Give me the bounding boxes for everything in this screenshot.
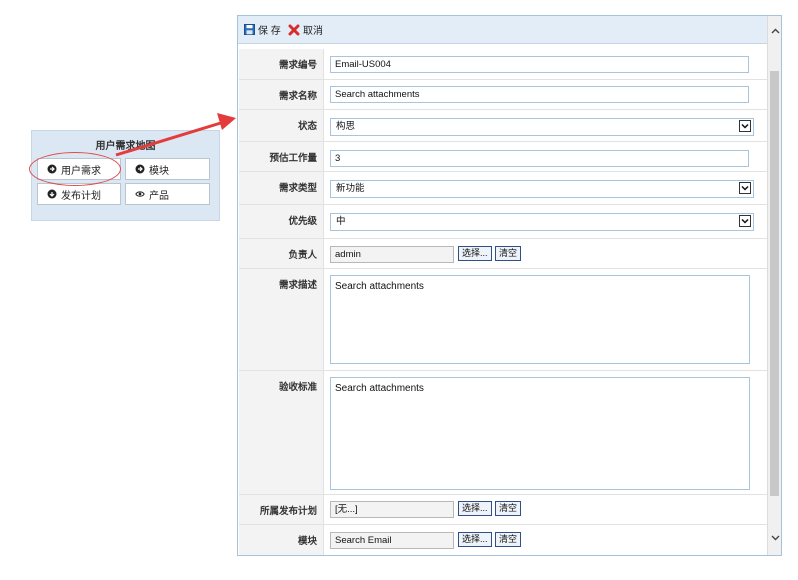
field-label: 预估工作量 <box>239 142 324 171</box>
scroll-down-icon[interactable] <box>768 531 782 545</box>
chevron-down-icon[interactable] <box>739 215 751 227</box>
owner-select-button[interactable]: 选择... <box>458 246 492 261</box>
estimate-input[interactable]: 3 <box>330 150 749 167</box>
row-owner: 负责人 admin 选择... 清空 <box>239 239 767 269</box>
req-type-value: 新功能 <box>336 183 365 194</box>
chevron-down-icon[interactable] <box>739 182 751 194</box>
status-value: 构思 <box>336 121 356 132</box>
field-label: 状态 <box>239 110 324 141</box>
module-clear-button[interactable]: 清空 <box>495 532 522 547</box>
chevron-down-icon[interactable] <box>739 120 751 132</box>
cancel-button[interactable]: 取消 <box>288 22 323 37</box>
module-select-button[interactable]: 选择... <box>458 532 492 547</box>
priority-value: 中 <box>336 216 346 227</box>
map-button-label: 用户需求 <box>61 165 101 177</box>
field-label: 模块 <box>239 525 324 555</box>
row-release-plan: 所属发布计划 [无...] 选择... 清空 <box>239 495 767 525</box>
row-acceptance: 验收标准 Search attachments <box>239 371 767 495</box>
acceptance-textarea[interactable]: Search attachments <box>330 377 750 490</box>
requirement-map-title: 用户需求地图 <box>95 141 156 152</box>
field-label: 需求类型 <box>239 172 324 204</box>
row-estimate: 预估工作量 3 <box>239 142 767 172</box>
row-req-name: 需求名称 Search attachments <box>239 80 767 110</box>
requirement-edit-dialog: 保 存 取消 需求编号 Email-US004 需求名称 Search atta… <box>237 15 782 556</box>
module-input[interactable]: Search Email <box>330 532 454 549</box>
close-icon <box>288 24 300 35</box>
eye-icon <box>135 191 145 197</box>
map-button-label: 模块 <box>149 165 169 177</box>
release-plan-clear-button[interactable]: 清空 <box>495 501 522 516</box>
req-name-input[interactable]: Search attachments <box>330 86 749 103</box>
owner-clear-button[interactable]: 清空 <box>495 246 522 261</box>
map-button-label: 产品 <box>149 190 169 202</box>
circle-arrow-down-icon <box>47 189 57 199</box>
circle-arrow-right-icon <box>135 164 145 174</box>
row-priority: 优先级 中 <box>239 205 767 239</box>
scrollbar-thumb[interactable] <box>770 71 779 496</box>
field-label: 负责人 <box>239 239 324 268</box>
save-button[interactable]: 保 存 <box>244 22 281 37</box>
row-req-id: 需求编号 Email-US004 <box>239 49 767 80</box>
field-label: 验收标准 <box>239 371 324 494</box>
scroll-up-icon[interactable] <box>768 24 782 38</box>
cancel-label: 取消 <box>303 26 323 37</box>
priority-select[interactable]: 中 <box>330 213 754 231</box>
owner-input[interactable]: admin <box>330 246 454 263</box>
map-button-product[interactable]: 产品 <box>125 183 210 205</box>
map-button-release-plan[interactable]: 发布计划 <box>37 183 121 205</box>
field-label: 需求描述 <box>239 269 324 370</box>
map-button-user-requirement[interactable]: 用户需求 <box>37 158 121 180</box>
map-button-module[interactable]: 模块 <box>125 158 210 180</box>
release-plan-input[interactable]: [无...] <box>330 501 454 518</box>
req-id-input[interactable]: Email-US004 <box>330 56 749 73</box>
row-status: 状态 构思 <box>239 110 767 142</box>
save-label: 保 存 <box>258 26 281 37</box>
map-button-label: 发布计划 <box>61 190 101 202</box>
field-label: 需求编号 <box>239 49 324 79</box>
release-plan-select-button[interactable]: 选择... <box>458 501 492 516</box>
req-type-select[interactable]: 新功能 <box>330 180 754 198</box>
status-select[interactable]: 构思 <box>330 118 754 136</box>
row-req-type: 需求类型 新功能 <box>239 172 767 205</box>
floppy-disk-icon <box>244 24 255 35</box>
circle-arrow-right-icon <box>47 164 57 174</box>
vertical-scrollbar[interactable] <box>767 16 781 555</box>
field-label: 所属发布计划 <box>239 495 324 524</box>
dialog-toolbar: 保 存 取消 <box>238 16 768 44</box>
row-module: 模块 Search Email 选择... 清空 <box>239 525 767 555</box>
field-label: 优先级 <box>239 205 324 238</box>
row-description: 需求描述 Search attachments <box>239 269 767 371</box>
description-textarea[interactable]: Search attachments <box>330 275 750 364</box>
field-label: 需求名称 <box>239 80 324 109</box>
